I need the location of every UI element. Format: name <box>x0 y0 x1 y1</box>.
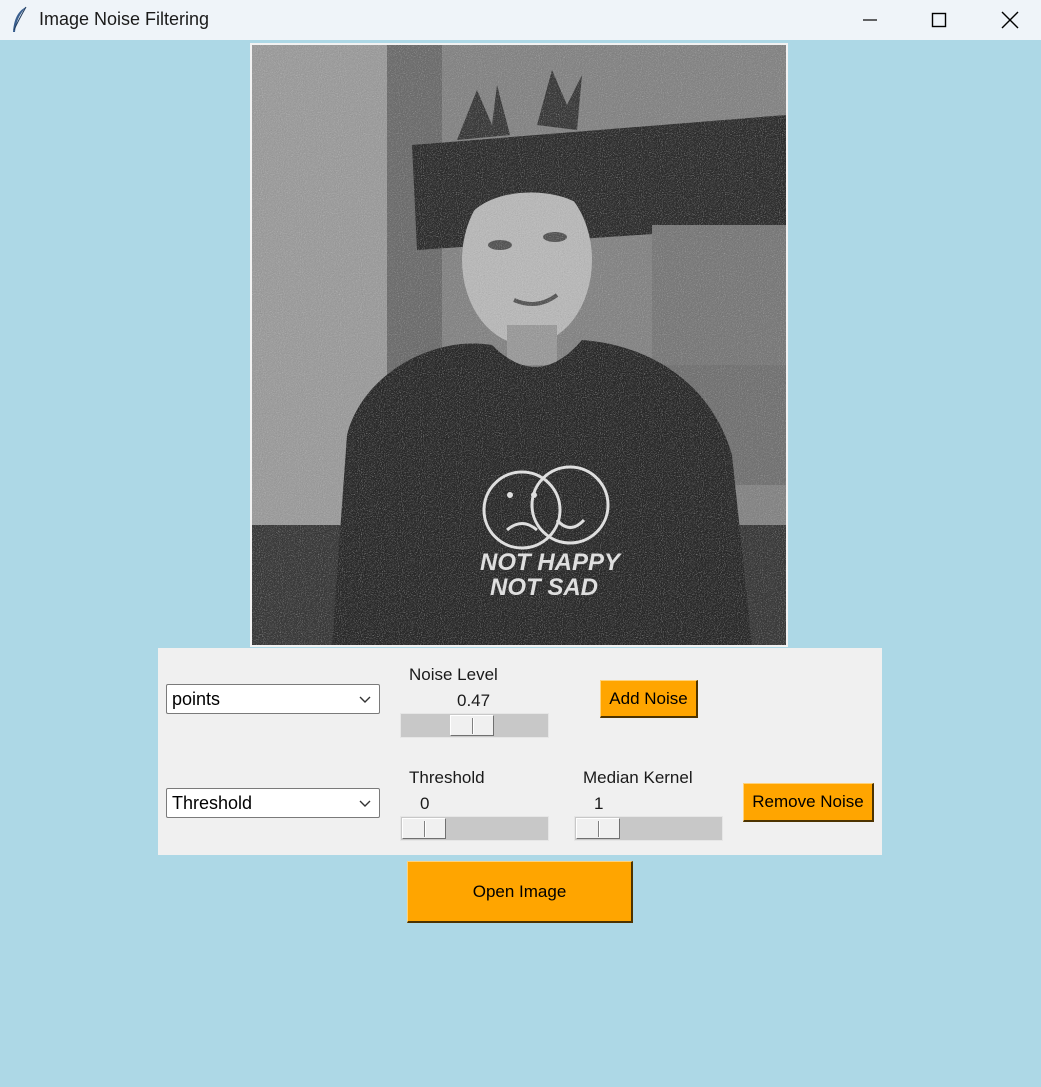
controls-panel: points Noise Level 0.47 Add Noise Thresh… <box>158 648 882 855</box>
threshold-value: 0 <box>420 794 430 813</box>
title-bar: Image Noise Filtering <box>0 0 1041 40</box>
threshold-slider[interactable] <box>400 816 549 841</box>
noisy-photo: NOT HAPPY NOT SAD <box>252 45 786 645</box>
noise-type-combobox[interactable]: points <box>166 684 380 714</box>
noise-type-value: points <box>172 689 221 709</box>
remove-noise-button[interactable]: Remove Noise <box>743 783 874 822</box>
median-kernel-label: Median Kernel <box>583 768 693 787</box>
noise-level-slider[interactable] <box>400 713 549 738</box>
chevron-down-icon[interactable] <box>359 696 371 704</box>
median-kernel-slider-thumb[interactable] <box>576 818 620 839</box>
filter-type-value: Threshold <box>172 793 253 813</box>
svg-text:NOT SAD: NOT SAD <box>490 574 598 601</box>
median-kernel-value: 1 <box>594 794 604 813</box>
threshold-slider-thumb[interactable] <box>402 818 446 839</box>
add-noise-button[interactable]: Add Noise <box>600 680 698 718</box>
svg-text:NOT HAPPY: NOT HAPPY <box>480 549 622 576</box>
median-kernel-slider[interactable] <box>574 816 723 841</box>
close-icon[interactable] <box>975 0 1041 40</box>
maximize-icon[interactable] <box>904 0 974 40</box>
minimize-icon[interactable] <box>835 0 905 40</box>
open-image-button[interactable]: Open Image <box>407 861 633 923</box>
threshold-label: Threshold <box>409 768 485 787</box>
image-display: NOT HAPPY NOT SAD <box>250 43 788 647</box>
filter-type-combobox[interactable]: Threshold <box>166 788 380 818</box>
chevron-down-icon[interactable] <box>359 800 371 808</box>
window-title: Image Noise Filtering <box>39 9 210 29</box>
noise-level-label: Noise Level <box>409 665 498 684</box>
noise-level-value: 0.47 <box>457 691 491 710</box>
feather-icon <box>10 6 30 34</box>
noise-level-slider-thumb[interactable] <box>450 715 494 736</box>
